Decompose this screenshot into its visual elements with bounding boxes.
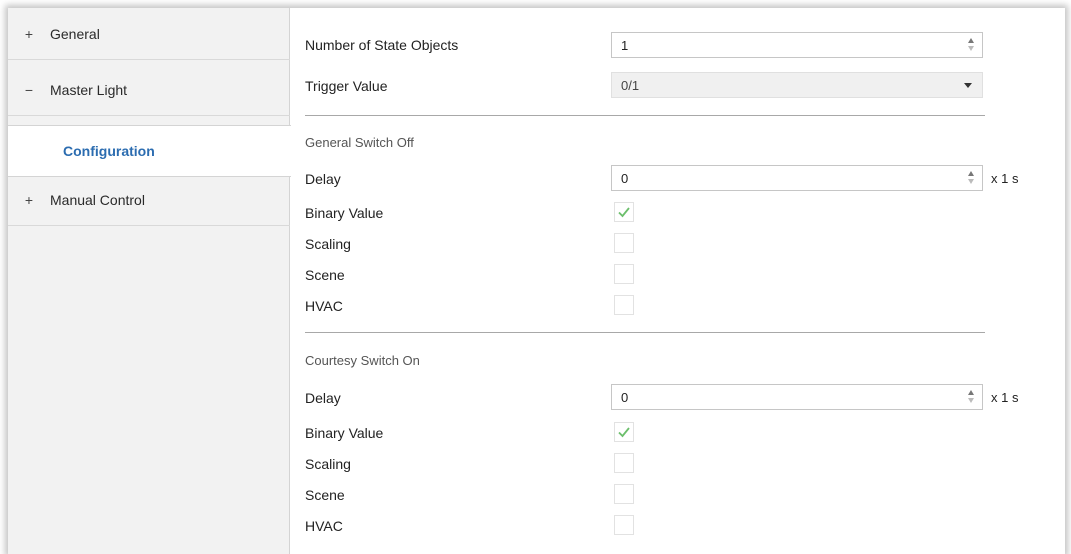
- gso-delay-stepper[interactable]: 0: [611, 165, 983, 191]
- gso-binary-value-label: Binary Value: [305, 205, 384, 221]
- state-objects-label: Number of State Objects: [305, 37, 459, 53]
- gso-delay-unit: x 1 s: [991, 171, 1019, 186]
- cso-hvac-checkbox[interactable]: [614, 515, 634, 535]
- state-objects-value: 1: [621, 37, 629, 53]
- section-title-courtesy-switch-on: Courtesy Switch On: [305, 353, 420, 368]
- gso-scene-label: Scene: [305, 267, 345, 283]
- trigger-value-label: Trigger Value: [305, 78, 388, 94]
- gso-hvac-label: HVAC: [305, 298, 343, 314]
- check-icon: [618, 207, 630, 218]
- window: + General − Master Light Configuration +…: [8, 8, 1065, 554]
- cso-scene-label: Scene: [305, 487, 345, 503]
- cso-delay-stepper[interactable]: 0: [611, 384, 983, 410]
- cso-binary-value-label: Binary Value: [305, 425, 384, 441]
- sidebar-item-configuration[interactable]: Configuration: [8, 125, 291, 177]
- sidebar-item-label: Configuration: [63, 143, 155, 159]
- gso-scaling-label: Scaling: [305, 236, 351, 252]
- gso-hvac-checkbox[interactable]: [614, 295, 634, 315]
- cso-delay-unit: x 1 s: [991, 390, 1019, 405]
- section-title-general-switch-off: General Switch Off: [305, 135, 414, 150]
- config-panel: Number of State Objects 1 Trigger Value …: [291, 8, 1065, 554]
- expand-icon[interactable]: +: [8, 192, 50, 208]
- gso-binary-value-checkbox[interactable]: [614, 202, 634, 222]
- cso-delay-label: Delay: [305, 390, 341, 406]
- sidebar-item-label: Manual Control: [50, 191, 145, 208]
- section-divider: [305, 332, 985, 333]
- trigger-value-selected: 0/1: [621, 77, 640, 93]
- check-icon: [618, 427, 630, 438]
- gso-scene-checkbox[interactable]: [614, 264, 634, 284]
- section-divider: [305, 115, 985, 116]
- chevron-down-icon: [964, 83, 972, 88]
- gso-delay-value: 0: [621, 170, 629, 186]
- sidebar-item-general[interactable]: + General: [8, 8, 290, 60]
- sidebar-item-master-light[interactable]: − Master Light: [8, 64, 290, 116]
- sidebar: + General − Master Light Configuration +…: [8, 8, 291, 554]
- trigger-value-select[interactable]: 0/1: [611, 72, 983, 98]
- cso-scaling-checkbox[interactable]: [614, 453, 634, 473]
- spinner-icon[interactable]: [966, 36, 976, 54]
- cso-hvac-label: HVAC: [305, 518, 343, 534]
- cso-binary-value-checkbox[interactable]: [614, 422, 634, 442]
- sidebar-item-label: General: [50, 25, 100, 42]
- gso-delay-label: Delay: [305, 171, 341, 187]
- spinner-icon[interactable]: [966, 388, 976, 406]
- gso-scaling-checkbox[interactable]: [614, 233, 634, 253]
- state-objects-stepper[interactable]: 1: [611, 32, 983, 58]
- cso-delay-value: 0: [621, 389, 629, 405]
- cso-scaling-label: Scaling: [305, 456, 351, 472]
- cso-scene-checkbox[interactable]: [614, 484, 634, 504]
- sidebar-item-label: Master Light: [50, 81, 128, 98]
- expand-icon[interactable]: +: [8, 26, 50, 42]
- sidebar-item-manual-control[interactable]: + Manual Control: [8, 174, 290, 226]
- spinner-icon[interactable]: [966, 169, 976, 187]
- collapse-icon[interactable]: −: [8, 82, 50, 98]
